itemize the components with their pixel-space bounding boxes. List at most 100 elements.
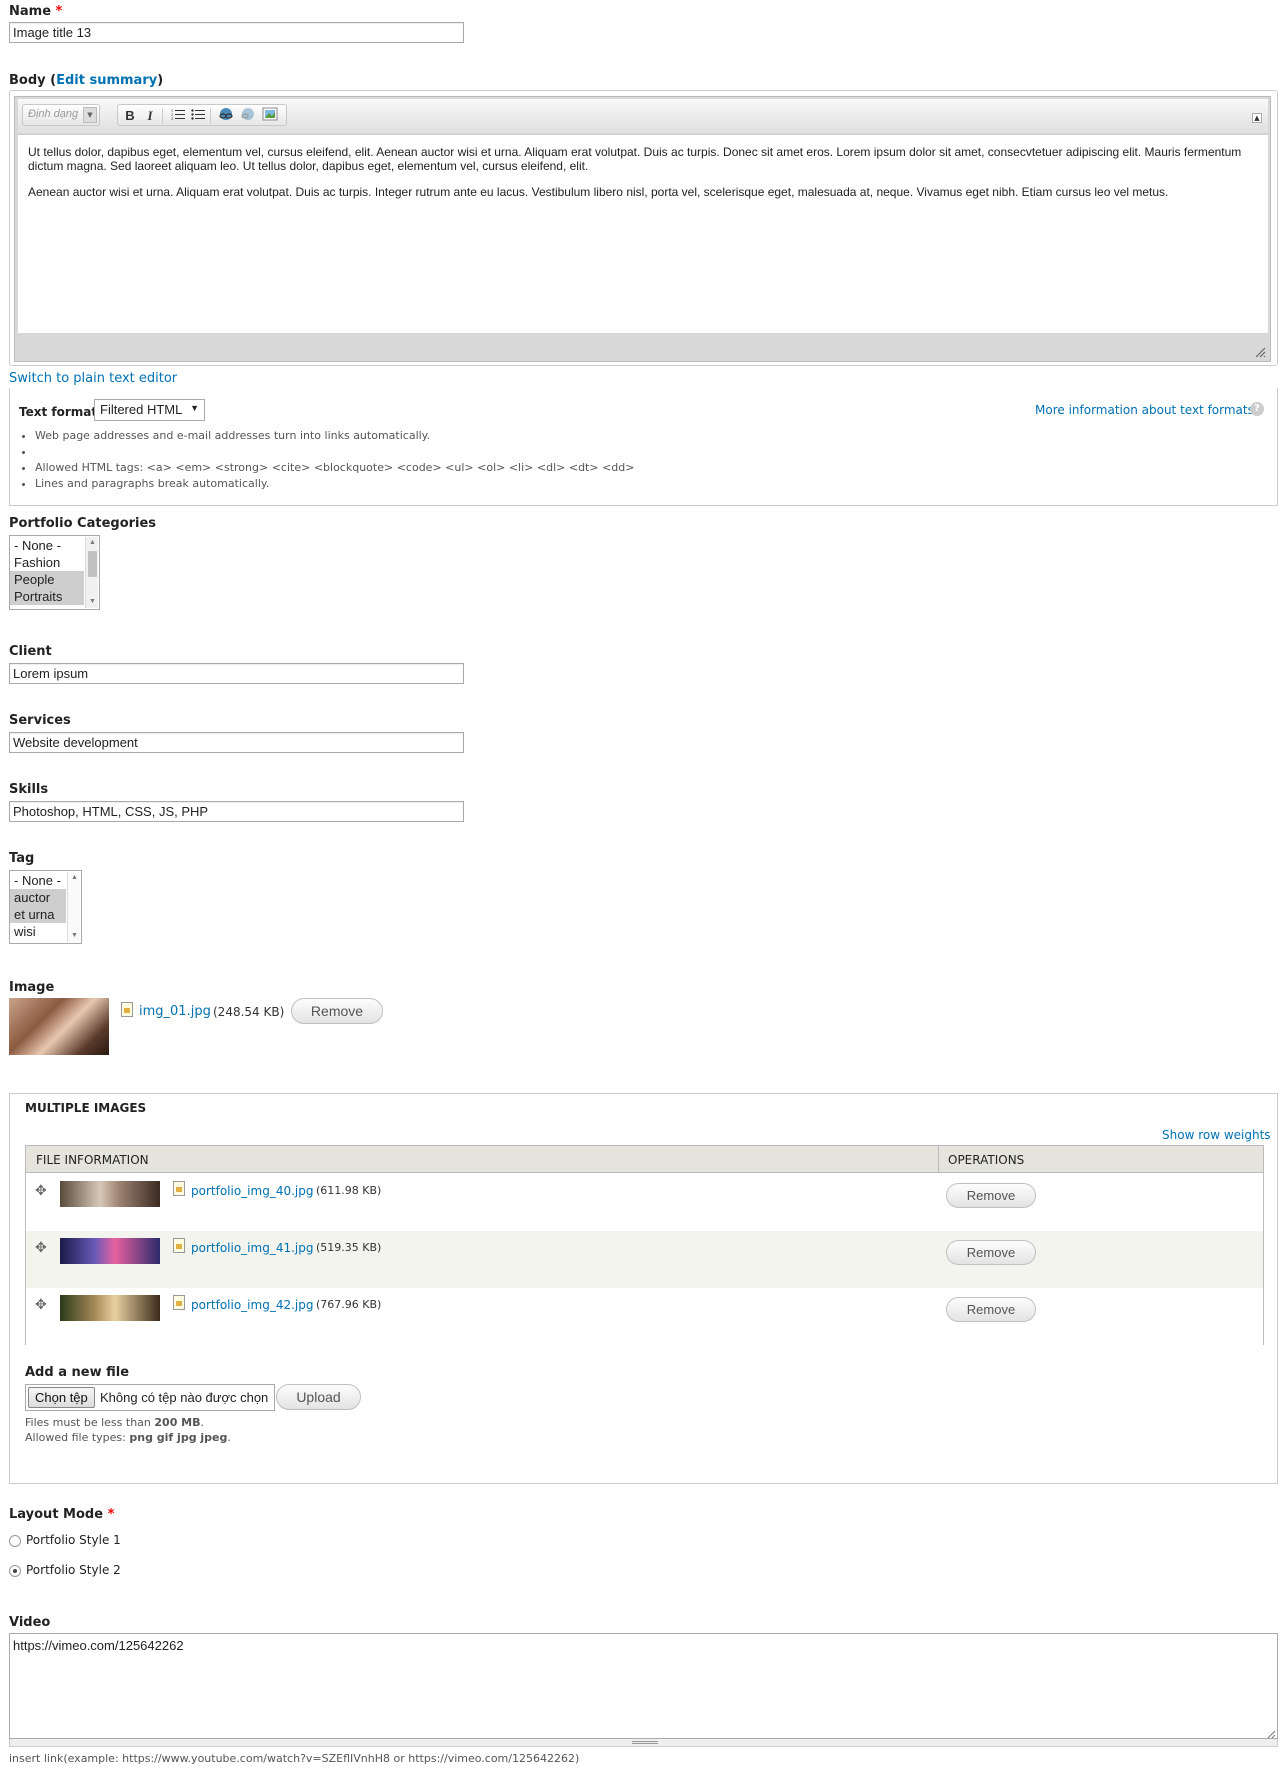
edit-summary-link[interactable]: Edit summary [56,73,157,88]
listbox-option[interactable]: - None - [10,537,84,554]
listbox-scrollbar[interactable]: ▲ ▼ [85,537,98,608]
portfolio-categories-listbox[interactable]: - None - Fashion People Portraits ▲ ▼ [9,535,100,610]
tip-item: Allowed HTML tags: <a> <em> <strong> <ci… [35,460,634,476]
unordered-list-icon[interactable] [188,107,208,125]
services-label: Services [9,713,71,728]
image-icon[interactable] [260,107,280,125]
listbox-option[interactable]: Fashion [10,554,84,571]
text-format-select[interactable]: Filtered HTML ▼ [94,399,205,421]
body-paragraph: Aenean auctor wisi et urna. Aliquam erat… [28,185,1169,199]
help-icon[interactable]: ? [1250,402,1264,416]
scroll-down-icon[interactable]: ▼ [86,596,99,608]
size-limit-prefix: Files must be less than [25,1416,155,1429]
ordered-list-icon[interactable]: 123 [168,107,188,125]
upload-button[interactable]: Upload [276,1384,361,1410]
svg-text:3: 3 [171,116,173,120]
services-input[interactable] [9,732,464,753]
listbox-option[interactable]: wisi [10,923,66,940]
drag-handle-icon[interactable]: ✥ [35,1240,47,1256]
types-prefix: Allowed file types: [25,1431,130,1444]
switch-plain-text-link[interactable]: Switch to plain text editor [9,371,177,386]
remove-button[interactable]: Remove [946,1240,1036,1265]
bold-button[interactable]: B [120,107,140,125]
listbox-option[interactable]: People [10,571,84,588]
collapse-toolbar-icon[interactable]: ▲ [1252,113,1262,123]
layout-mode-label-text: Layout Mode [9,1507,104,1522]
chevron-down-icon: ▼ [190,403,199,413]
client-input[interactable] [9,663,464,684]
radio-portfolio-style-1[interactable] [9,1535,21,1547]
listbox-option[interactable]: - None - [10,872,66,889]
no-file-chosen-text: Không có tệp nào được chọn [100,1390,269,1405]
remove-button[interactable]: Remove [946,1183,1036,1208]
name-input[interactable] [9,22,464,43]
textarea-grippie[interactable] [9,1739,1278,1747]
scroll-thumb[interactable] [88,551,97,577]
listbox-option[interactable]: auctor [10,889,66,906]
file-link[interactable]: portfolio_img_40.jpg [191,1184,313,1198]
required-mark: * [107,1507,115,1522]
file-icon [173,1295,185,1310]
body-label: Body (Edit summary) [9,73,164,88]
link-icon[interactable] [216,107,236,125]
table-row: ✥ portfolio_img_41.jpg (519.35 KB) Remov… [26,1231,1263,1288]
chevron-down-icon: ▼ [83,107,97,123]
client-label: Client [9,644,52,659]
text-format-tips: Web page addresses and e-mail addresses … [19,428,634,492]
format-dropdown[interactable]: Định dạng ▼ [22,104,100,126]
listbox-scrollbar[interactable]: ▲ ▼ [67,872,80,942]
unlink-icon[interactable] [238,107,258,125]
column-header-file-info: FILE INFORMATION [36,1153,149,1167]
remove-button[interactable]: Remove [946,1297,1036,1322]
video-textarea-value: https://vimeo.com/125642262 [13,1638,184,1653]
types-suffix: . [227,1431,231,1444]
image-thumbnail [9,998,109,1055]
drag-handle-icon[interactable]: ✥ [35,1183,47,1199]
image-thumbnail [60,1181,160,1207]
video-label: Video [9,1615,51,1630]
table-row: ✥ portfolio_img_40.jpg (611.98 KB) Remov… [26,1174,1263,1231]
listbox-option[interactable]: Portraits [10,588,84,605]
file-icon [173,1181,185,1196]
size-limit-value: 200 MB [154,1416,201,1429]
allowed-file-types: Allowed file types: png gif jpg jpeg. [25,1431,231,1444]
image-thumbnail [60,1295,160,1321]
multiple-images-table: FILE INFORMATION OPERATIONS ✥ portfolio_… [25,1145,1264,1345]
image-thumbnail [60,1238,160,1264]
editor-toolbar: Định dạng ▼ B I 123 ▲ [18,99,1268,133]
radio-label[interactable]: Portfolio Style 1 [26,1533,121,1547]
file-link[interactable]: portfolio_img_41.jpg [191,1241,313,1255]
resize-grip-icon[interactable] [1266,1727,1276,1739]
radio-portfolio-style-2[interactable] [9,1565,21,1577]
file-chooser[interactable]: Chọn tệp Không có tệp nào được chọn [25,1384,275,1411]
drag-handle-icon[interactable]: ✥ [35,1297,47,1313]
show-row-weights-link[interactable]: Show row weights [1162,1128,1271,1142]
listbox-option[interactable]: et urna [10,906,66,923]
tag-listbox[interactable]: - None - auctor et urna wisi ▲ ▼ [9,870,82,944]
tag-label: Tag [9,851,35,866]
video-textarea[interactable]: https://vimeo.com/125642262 [9,1633,1278,1739]
scroll-down-icon[interactable]: ▼ [68,930,81,942]
italic-button[interactable]: I [140,107,160,125]
file-icon [173,1238,185,1253]
scroll-up-icon[interactable]: ▲ [86,537,99,549]
file-link[interactable]: portfolio_img_42.jpg [191,1298,313,1312]
scroll-up-icon[interactable]: ▲ [68,872,81,884]
more-info-text-formats-link[interactable]: More information about text formats [1035,403,1254,417]
toolbar-button-group: B I 123 [117,104,287,126]
portfolio-categories-label: Portfolio Categories [9,516,157,531]
image-file-link[interactable]: img_01.jpg [139,1004,211,1019]
body-editor-content[interactable]: Ut tellus dolor, dapibus eget, elementum… [18,134,1268,333]
skills-input[interactable] [9,801,464,822]
file-icon [121,1002,133,1017]
table-row: ✥ portfolio_img_42.jpg (767.96 KB) Remov… [26,1288,1263,1345]
toolbar-separator [210,108,211,124]
resize-grip-icon[interactable] [1254,346,1266,358]
choose-file-button[interactable]: Chọn tệp [28,1387,95,1408]
text-format-selected: Filtered HTML [100,402,183,417]
image-remove-button[interactable]: Remove [291,998,383,1024]
grippie-handle-icon [632,1741,658,1744]
radio-label[interactable]: Portfolio Style 2 [26,1563,121,1577]
name-label-text: Name [9,4,52,19]
tip-item [35,444,634,460]
